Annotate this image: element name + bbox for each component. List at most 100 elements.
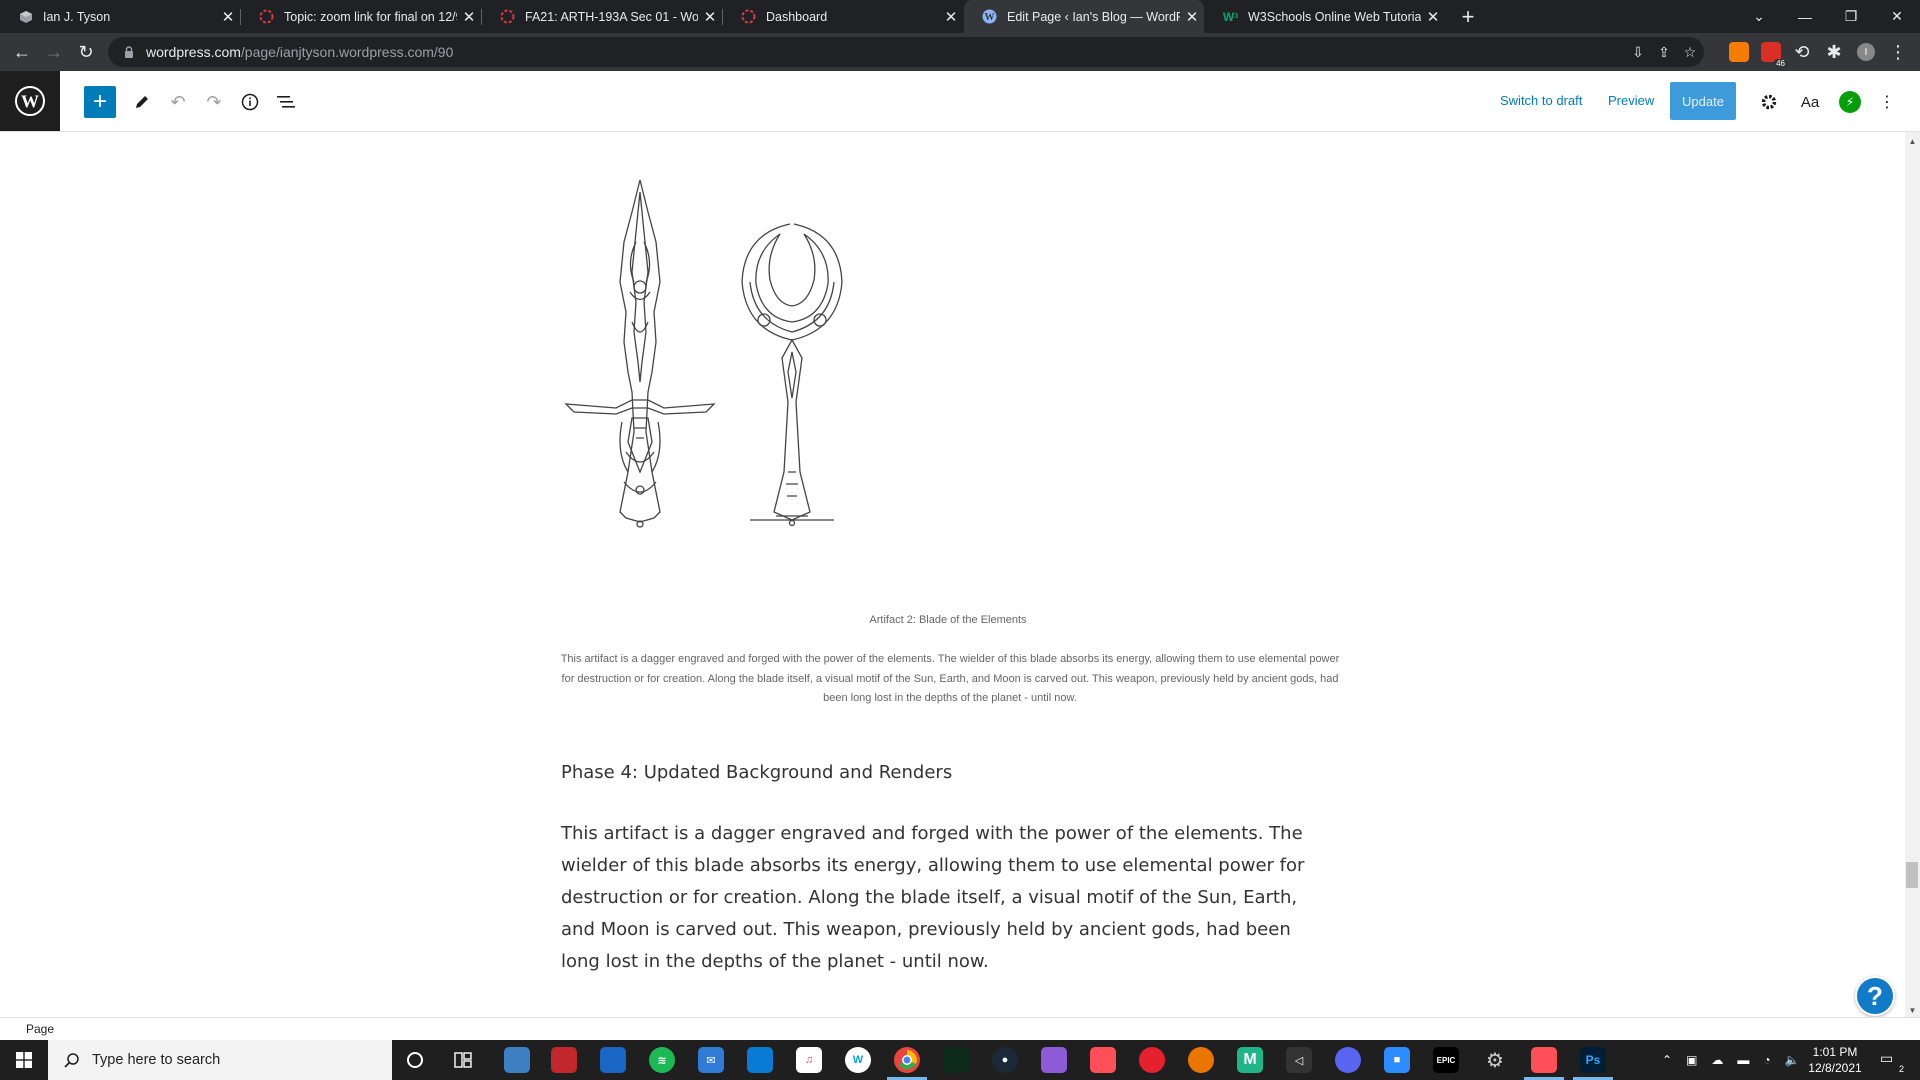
blender-icon[interactable] <box>1188 1047 1214 1073</box>
artifact-image[interactable] <box>556 172 876 552</box>
install-icon[interactable]: ⇩ <box>1624 37 1652 67</box>
address-bar[interactable]: wordpress.com/page/ianjtyson.wordpress.c… <box>108 37 1704 67</box>
scroll-down-arrow-icon[interactable]: ▼ <box>1905 1003 1920 1017</box>
puzzle-extensions-icon[interactable]: ✱ <box>1818 33 1850 71</box>
preview-button[interactable]: Preview <box>1608 93 1654 108</box>
minimize-button[interactable]: — <box>1782 0 1828 33</box>
browser-tab[interactable]: Topic: zoom link for final on 12/9 ✕ <box>241 0 481 33</box>
tab-search-icon[interactable]: ⌄ <box>1736 0 1782 33</box>
files-app-icon[interactable] <box>504 1047 530 1073</box>
wordpress-logo-icon[interactable]: W <box>0 71 60 131</box>
unity-icon[interactable]: ◁ <box>1286 1047 1312 1073</box>
creative-cloud-icon[interactable] <box>1090 1047 1116 1073</box>
taskbar-search-box[interactable]: Type here to search <box>48 1040 392 1080</box>
jetpack-bolt-icon[interactable]: ⚡ <box>1839 91 1861 113</box>
sketchbook-icon[interactable] <box>1139 1047 1165 1073</box>
search-placeholder: Type here to search <box>92 1052 221 1068</box>
close-icon[interactable]: ✕ <box>216 8 240 26</box>
task-view-icon[interactable] <box>450 1047 476 1073</box>
browser-tab[interactable]: Ian J. Tyson ✕ <box>0 0 240 33</box>
close-icon[interactable]: ✕ <box>1180 8 1204 26</box>
artifact-description-small[interactable]: This artifact is a dagger engraved and f… <box>558 650 1342 709</box>
share-icon[interactable]: ⇪ <box>1650 37 1678 67</box>
onedrive-icon[interactable]: ☁ <box>1711 1053 1723 1067</box>
spotify-icon[interactable]: ≋ <box>649 1047 675 1073</box>
edit-pencil-icon[interactable] <box>125 85 159 119</box>
settings-gear-icon[interactable] <box>1752 85 1786 119</box>
tray-device-icon[interactable]: ▣ <box>1686 1053 1697 1067</box>
update-button[interactable]: Update <box>1670 82 1736 120</box>
wifi-icon[interactable]: ◔ <box>1763 1053 1770 1067</box>
epic-games-icon[interactable]: EPIC <box>1433 1047 1459 1073</box>
extension-icon[interactable] <box>1729 42 1749 62</box>
extension-badge-icon[interactable]: 46 <box>1761 42 1787 68</box>
battery-icon[interactable]: ▬ <box>1737 1053 1749 1067</box>
taskbar-clock[interactable]: 1:01 PM 12/8/2021 <box>1800 1044 1870 1076</box>
redo-icon[interactable]: ↷ <box>197 85 231 119</box>
back-arrow-icon[interactable]: ← <box>6 33 38 71</box>
add-block-button[interactable]: + <box>84 86 116 118</box>
svg-text:W: W <box>985 12 995 23</box>
maya-icon[interactable]: M <box>1237 1047 1263 1073</box>
close-window-button[interactable]: ✕ <box>1874 0 1920 33</box>
close-icon[interactable]: ✕ <box>939 8 963 26</box>
new-tab-button[interactable]: + <box>1454 0 1482 33</box>
minecraft-icon[interactable] <box>943 1047 969 1073</box>
forward-arrow-icon[interactable]: → <box>38 33 70 71</box>
cortana-icon[interactable] <box>402 1047 428 1073</box>
stadia-icon[interactable] <box>551 1047 577 1073</box>
store-icon[interactable] <box>600 1047 626 1073</box>
browser-tab[interactable]: W3 W3Schools Online Web Tutorials ✕ <box>1205 0 1445 33</box>
browser-toolbar: ← → ↻ wordpress.com/page/ianjtyson.wordp… <box>0 33 1920 71</box>
webex-icon[interactable]: W <box>845 1047 871 1073</box>
paragraph-block[interactable]: This artifact is a dagger engraved and f… <box>561 818 1321 978</box>
restore-button[interactable]: ❐ <box>1828 0 1874 33</box>
close-icon[interactable]: ✕ <box>457 8 481 26</box>
typography-styles-button[interactable]: Aa <box>1793 85 1827 119</box>
chrome-icon[interactable] <box>894 1047 920 1073</box>
undo-icon[interactable]: ↶ <box>161 85 195 119</box>
settings-icon[interactable]: ⚙ <box>1482 1047 1508 1073</box>
volume-icon[interactable]: 🔈 <box>1785 1053 1800 1067</box>
calculator-icon[interactable] <box>747 1047 773 1073</box>
canvas-icon <box>741 9 756 24</box>
breadcrumb-page[interactable]: Page <box>26 1022 54 1036</box>
section-heading[interactable]: Phase 4: Updated Background and Renders <box>561 762 952 783</box>
discord-icon[interactable] <box>1335 1047 1361 1073</box>
creative-cloud-2-icon[interactable] <box>1531 1047 1557 1073</box>
close-icon[interactable]: ✕ <box>698 8 722 26</box>
scroll-up-arrow-icon[interactable]: ▲ <box>1905 134 1920 148</box>
paint-icon[interactable] <box>1041 1047 1067 1073</box>
close-icon[interactable]: ✕ <box>1421 8 1445 26</box>
help-question-icon[interactable]: ? <box>1855 976 1895 1016</box>
editor-canvas: Artifact 2: Blade of the Elements This a… <box>0 132 1905 1017</box>
notification-center-icon[interactable]: ▭ 2 <box>1880 1050 1904 1074</box>
more-options-icon[interactable]: ⋮ <box>1870 85 1904 119</box>
switch-to-draft-button[interactable]: Switch to draft <box>1500 93 1582 108</box>
windows-start-icon[interactable] <box>0 1040 48 1080</box>
history-icon[interactable]: ⟲ <box>1786 33 1818 71</box>
chrome-menu-icon[interactable]: ⋮ <box>1882 33 1914 71</box>
tab-title: Dashboard <box>766 9 828 24</box>
lock-icon <box>125 46 133 58</box>
tab-title: FA21: ARTH-193A Sec 01 - World <box>525 9 698 24</box>
browser-tab[interactable]: Dashboard ✕ <box>723 0 963 33</box>
notification-count: 2 <box>1898 1064 1904 1074</box>
itunes-icon[interactable]: ♫ <box>796 1047 822 1073</box>
details-info-icon[interactable] <box>233 85 267 119</box>
bookmark-star-icon[interactable]: ☆ <box>1676 37 1704 67</box>
image-caption[interactable]: Artifact 2: Blade of the Elements <box>560 614 1336 626</box>
steam-icon[interactable]: ● <box>992 1047 1018 1073</box>
zoom-icon[interactable]: ■ <box>1384 1047 1410 1073</box>
reload-icon[interactable]: ↻ <box>70 33 102 71</box>
editor-header: W + ↶ ↷ Switch to draft Preview Update A… <box>0 71 1920 132</box>
scrollbar-thumb[interactable] <box>1906 862 1918 888</box>
list-view-icon[interactable] <box>269 85 303 119</box>
mail-icon[interactable]: ✉ <box>698 1047 724 1073</box>
profile-avatar[interactable]: I <box>1857 43 1875 61</box>
tray-chevron-icon[interactable]: ⌃ <box>1662 1053 1672 1067</box>
browser-tab[interactable]: FA21: ARTH-193A Sec 01 - World ✕ <box>482 0 722 33</box>
block-breadcrumb-bar: Page <box>0 1017 1920 1040</box>
browser-tab-active[interactable]: W Edit Page ‹ Ian's Blog — WordPress ✕ <box>964 0 1204 33</box>
photoshop-icon[interactable]: Ps <box>1580 1047 1606 1073</box>
